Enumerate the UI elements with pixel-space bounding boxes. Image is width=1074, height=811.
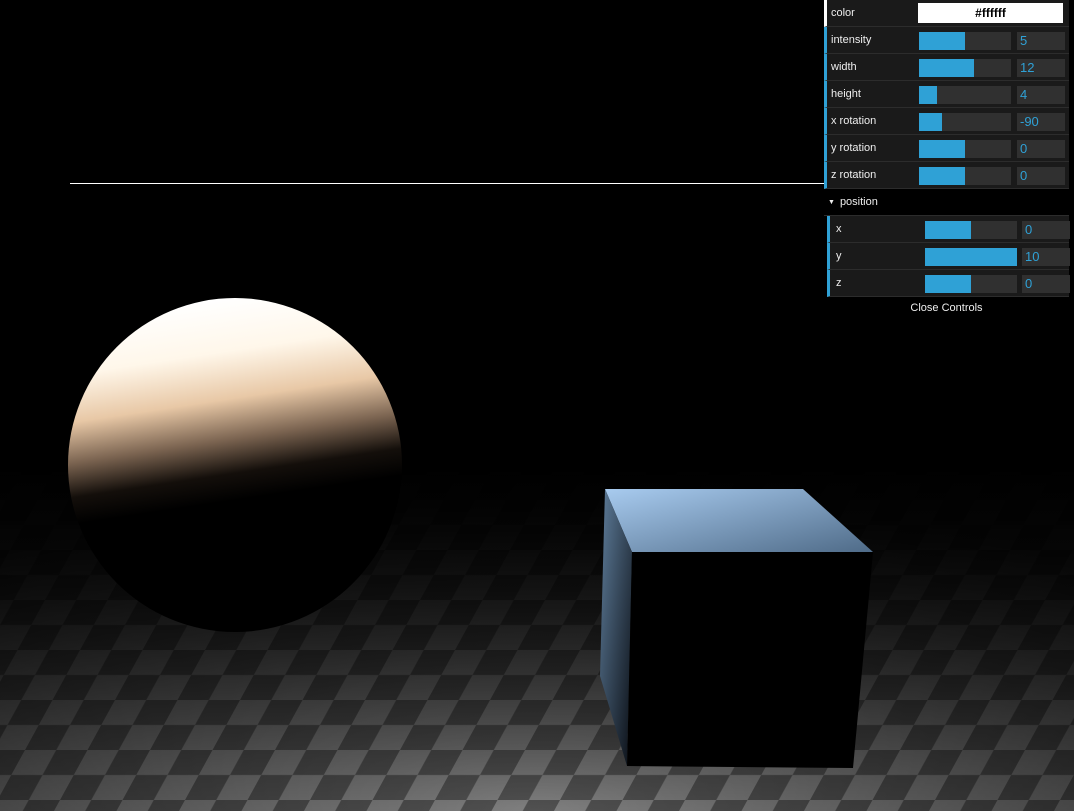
cube [600, 489, 873, 768]
sphere [68, 298, 402, 632]
intensity-slider-fill [919, 32, 965, 50]
z-slider-fill [925, 275, 971, 293]
close-controls-button[interactable]: Close Controls [824, 298, 1069, 318]
height-input[interactable] [1017, 86, 1065, 104]
x-label: x [836, 223, 842, 235]
color-input[interactable]: #ffffff [918, 3, 1063, 23]
y-slider-fill [925, 248, 1017, 266]
z-label: z [836, 277, 842, 289]
z-input[interactable] [1022, 275, 1070, 293]
intensity-slider[interactable] [919, 32, 1011, 50]
color-label: color [831, 7, 855, 19]
x-slider-fill [925, 221, 971, 239]
width-label: width [831, 61, 857, 73]
y-rotation-slider-fill [919, 140, 965, 158]
y-rotation-control: y rotation [824, 135, 1069, 162]
width-slider[interactable] [919, 59, 1011, 77]
z-rotation-slider[interactable] [919, 167, 1011, 185]
height-control: height [824, 81, 1069, 108]
z-slider[interactable] [925, 275, 1017, 293]
height-slider-fill [919, 86, 938, 104]
y-rotation-input[interactable] [1017, 140, 1065, 158]
position-folder: x y z [824, 216, 1070, 297]
z-rotation-input[interactable] [1017, 167, 1065, 185]
position-folder-toggle[interactable]: ▼ position [824, 189, 1069, 216]
intensity-input[interactable] [1017, 32, 1065, 50]
controls-panel: color #ffffff intensity width height x rota… [824, 0, 1070, 318]
y-input[interactable] [1022, 248, 1070, 266]
x-control: x [827, 216, 1070, 243]
x-rotation-label: x rotation [831, 115, 877, 127]
position-folder-title: position [839, 196, 878, 208]
x-rotation-slider[interactable] [919, 113, 1011, 131]
height-slider[interactable] [919, 86, 1011, 104]
intensity-label: intensity [831, 34, 872, 46]
z-rotation-label: z rotation [831, 169, 877, 181]
width-control: width [824, 54, 1069, 81]
x-input[interactable] [1022, 221, 1070, 239]
triangle-down-icon: ▼ [828, 199, 835, 206]
z-rotation-slider-fill [919, 167, 965, 185]
y-control: y [827, 243, 1070, 270]
color-control: color #ffffff [824, 0, 1069, 27]
height-label: height [831, 88, 861, 100]
x-slider[interactable] [925, 221, 1017, 239]
y-rotation-label: y rotation [831, 142, 877, 154]
x-rotation-slider-fill [919, 113, 942, 131]
y-rotation-slider[interactable] [919, 140, 1011, 158]
z-rotation-control: z rotation [824, 162, 1069, 189]
y-label: y [836, 250, 842, 262]
y-slider[interactable] [925, 248, 1017, 266]
intensity-control: intensity [824, 27, 1069, 54]
x-rotation-input[interactable] [1017, 113, 1065, 131]
width-slider-fill [919, 59, 975, 77]
width-input[interactable] [1017, 59, 1065, 77]
z-control: z [827, 270, 1070, 297]
x-rotation-control: x rotation [824, 108, 1069, 135]
